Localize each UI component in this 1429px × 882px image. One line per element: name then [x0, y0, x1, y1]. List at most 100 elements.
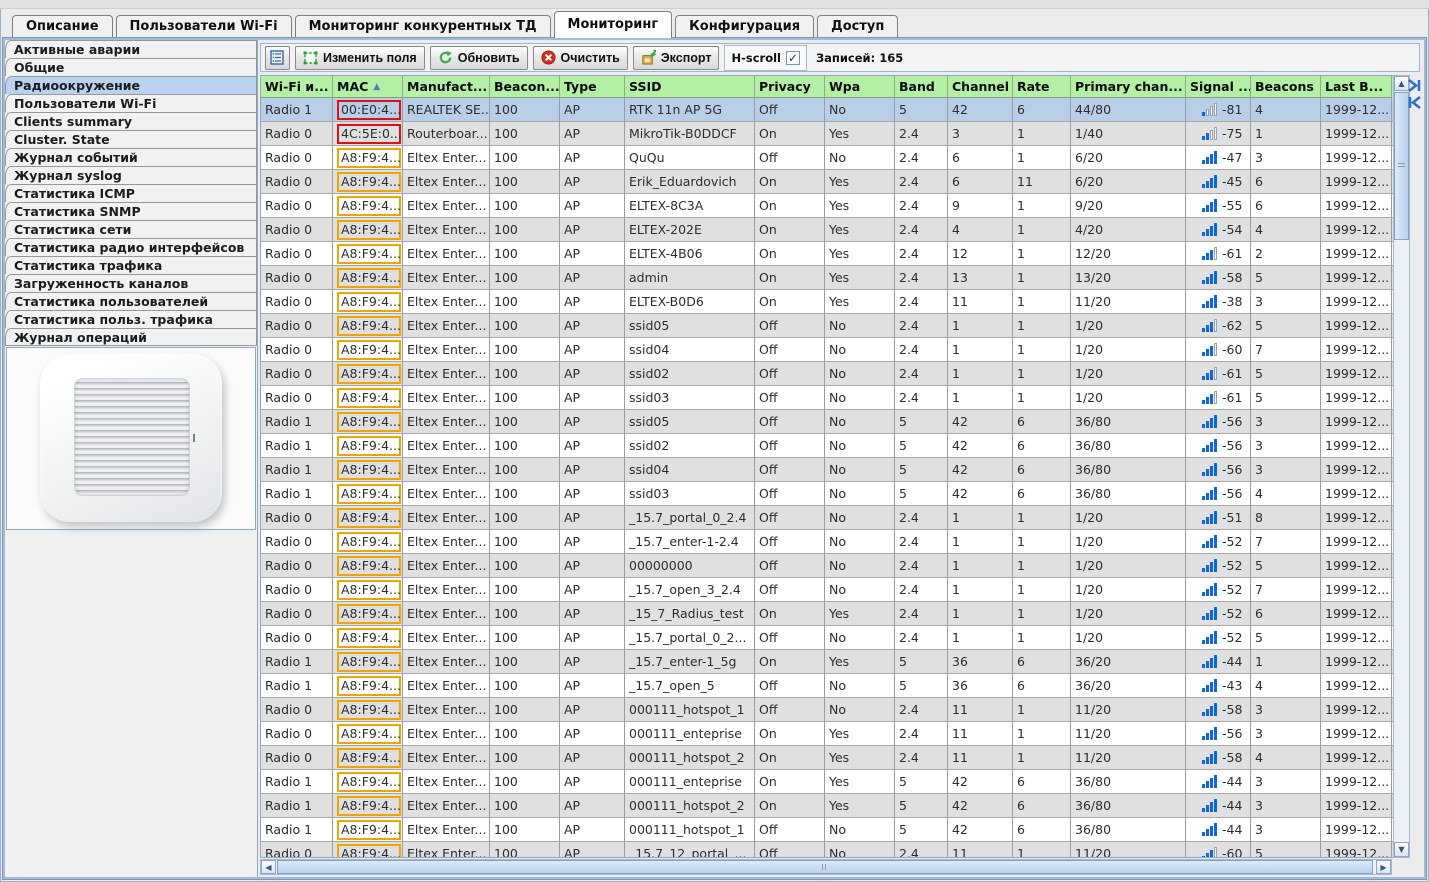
column-header-channel[interactable]: Channel [948, 76, 1013, 98]
sidebar-item[interactable]: Cluster. State [5, 130, 257, 148]
scroll-left-button[interactable]: ◀ [261, 860, 276, 874]
scroll-down-button[interactable]: ▼ [1394, 842, 1409, 857]
table-row[interactable]: Radio 0A8:F9:4...Eltex Enter...100AP_15.… [261, 506, 1393, 530]
table-row[interactable]: Radio 0A8:F9:4...Eltex Enter...100APQuQu… [261, 146, 1393, 170]
cell-beacon: 100 [490, 506, 560, 529]
column-header-manufacturer[interactable]: Manufact... [403, 76, 490, 98]
table-row[interactable]: Radio 0A8:F9:4...Eltex Enter...100APELTE… [261, 218, 1393, 242]
table-row[interactable]: Radio 1A8:F9:4...Eltex Enter...100APssid… [261, 410, 1393, 434]
tab-2[interactable]: Пользователи Wi-Fi [116, 15, 292, 38]
sidebar-item[interactable]: Статистика SNMP [5, 202, 257, 220]
column-header-ssid[interactable]: SSID [625, 76, 755, 98]
cell-primary: 1/20 [1071, 362, 1186, 385]
sidebar-item[interactable]: Статистика ICMP [5, 184, 257, 202]
cell-band: 2.4 [895, 290, 948, 313]
collapse-right-icon[interactable] [1407, 78, 1422, 93]
scroll-right-button[interactable]: ▶ [1376, 860, 1391, 874]
table-row[interactable]: Radio 0A8:F9:4...Eltex Enter...100AP0001… [261, 698, 1393, 722]
table-row[interactable]: Radio 1A8:F9:4...Eltex Enter...100AP_15.… [261, 674, 1393, 698]
sidebar-item[interactable]: Загруженность каналов [5, 274, 257, 292]
table-row[interactable]: Radio 1A8:F9:4...Eltex Enter...100AP0001… [261, 794, 1393, 818]
sidebar-item[interactable]: Журнал событий [5, 148, 257, 166]
export-button[interactable]: Экспорт [633, 46, 720, 70]
column-header-wpa[interactable]: Wpa [825, 76, 895, 98]
column-header-mac[interactable]: MAC▲ [333, 76, 403, 98]
table-row[interactable]: Radio 0A8:F9:4...Eltex Enter...100APssid… [261, 362, 1393, 386]
tab-3[interactable]: Мониторинг конкурентных ТД [295, 15, 551, 38]
column-header-privacy[interactable]: Privacy [755, 76, 825, 98]
sidebar-item[interactable]: Статистика сети [5, 220, 257, 238]
table-row[interactable]: Radio 04C:5E:0...Routerboar...100APMikro… [261, 122, 1393, 146]
refresh-button[interactable]: Обновить [430, 46, 528, 70]
table-row[interactable]: Radio 0A8:F9:4...Eltex Enter...100APErik… [261, 170, 1393, 194]
column-settings-button[interactable] [265, 46, 290, 70]
cell-beacon: 100 [490, 266, 560, 289]
table-row[interactable]: Radio 0A8:F9:4...Eltex Enter...100APssid… [261, 314, 1393, 338]
cell-channel: 42 [948, 482, 1013, 505]
column-header-beacons[interactable]: Beacons [1251, 76, 1321, 98]
signal-value: -44 [1222, 774, 1242, 789]
table-row[interactable]: Radio 1A8:F9:4...Eltex Enter...100AP0001… [261, 770, 1393, 794]
table-row[interactable]: Radio 0A8:F9:4...Eltex Enter...100AP_15.… [261, 626, 1393, 650]
signal-indicator: -61 [1190, 246, 1242, 261]
table-row[interactable]: Radio 0A8:F9:4...Eltex Enter...100APssid… [261, 338, 1393, 362]
sidebar-item[interactable]: Журнал syslog [5, 166, 257, 184]
table-row[interactable]: Radio 0A8:F9:4...Eltex Enter...100APssid… [261, 386, 1393, 410]
column-header-wifi[interactable]: Wi-Fi и... [261, 76, 333, 98]
sidebar-item[interactable]: Clients summary [5, 112, 257, 130]
sidebar-item[interactable]: Журнал операций [5, 328, 257, 346]
table-row[interactable]: Radio 1A8:F9:4...Eltex Enter...100APssid… [261, 482, 1393, 506]
sidebar-item[interactable]: Пользователи Wi-Fi [5, 94, 257, 112]
cell-signal: -38 [1186, 290, 1251, 313]
table-row[interactable]: Radio 0A8:F9:4...Eltex Enter...100AP_15.… [261, 530, 1393, 554]
table-row[interactable]: Radio 0A8:F9:4...Eltex Enter...100AP_15_… [261, 602, 1393, 626]
tab-6[interactable]: Доступ [817, 15, 898, 38]
tab-5[interactable]: Конфигурация [675, 15, 814, 38]
sidebar-item[interactable]: Статистика польз. трафика [5, 310, 257, 328]
sidebar-item[interactable]: Радиоокружение [5, 76, 257, 94]
column-header-beacon[interactable]: Beacon... [490, 76, 560, 98]
column-header-band[interactable]: Band [895, 76, 948, 98]
collapse-left-icon[interactable] [1407, 95, 1422, 110]
table-row[interactable]: Radio 0A8:F9:4...Eltex Enter...100AP0001… [261, 746, 1393, 770]
table-row[interactable]: Radio 1A8:F9:4...Eltex Enter...100AP_15.… [261, 650, 1393, 674]
sidebar-item[interactable]: Статистика трафика [5, 256, 257, 274]
horizontal-scrollbar-thumb[interactable] [277, 860, 1373, 874]
cell-wpa: No [825, 842, 895, 857]
table-row[interactable]: Radio 0A8:F9:4...Eltex Enter...100APELTE… [261, 242, 1393, 266]
table-row[interactable]: Radio 1A8:F9:4...Eltex Enter...100APssid… [261, 434, 1393, 458]
edit-fields-button[interactable]: Изменить поля [295, 46, 425, 70]
column-header-signal[interactable]: Signal ... [1186, 76, 1251, 98]
table-row[interactable]: Radio 0A8:F9:4...Eltex Enter...100AP0001… [261, 722, 1393, 746]
table-row[interactable]: Radio 1A8:F9:4...Eltex Enter...100AP0001… [261, 818, 1393, 842]
sidebar-item[interactable]: Статистика радио интерфейсов [5, 238, 257, 256]
sidebar-item[interactable]: Общие [5, 58, 257, 76]
vertical-scrollbar[interactable]: ▲ ▼ [1393, 75, 1410, 858]
cell-wpa: No [825, 338, 895, 361]
column-header-last[interactable]: Last B... [1321, 76, 1392, 98]
cell-type: AP [560, 674, 625, 697]
table-row[interactable]: Radio 0A8:F9:4...Eltex Enter...100AP_15.… [261, 578, 1393, 602]
table-row[interactable]: Radio 1A8:F9:4...Eltex Enter...100APssid… [261, 458, 1393, 482]
cell-rate: 1 [1013, 602, 1071, 625]
table-row[interactable]: Radio 0A8:F9:4...Eltex Enter...100APELTE… [261, 290, 1393, 314]
horizontal-scrollbar[interactable]: ◀ ▶ [260, 859, 1392, 875]
table-row[interactable]: Radio 0A8:F9:4...Eltex Enter...100AP_15.… [261, 842, 1393, 857]
table-row[interactable]: Radio 0A8:F9:4...Eltex Enter...100APadmi… [261, 266, 1393, 290]
cell-channel: 1 [948, 362, 1013, 385]
column-header-type[interactable]: Type [560, 76, 625, 98]
sidebar-item[interactable]: Активные аварии [5, 40, 257, 58]
cell-rate: 6 [1013, 482, 1071, 505]
table-row[interactable]: Radio 100:E0:4...REALTEK SE...100APRTK 1… [261, 98, 1393, 122]
hscroll-checkbox[interactable]: ✓ [786, 51, 800, 65]
sidebar-item[interactable]: Статистика пользователей [5, 292, 257, 310]
cell-manufacturer: Eltex Enter... [403, 554, 490, 577]
column-header-primary[interactable]: Primary chan... [1071, 76, 1186, 98]
tab-1[interactable]: Описание [12, 15, 113, 38]
column-header-rate[interactable]: Rate [1013, 76, 1071, 98]
table-row[interactable]: Radio 0A8:F9:4...Eltex Enter...100AP0000… [261, 554, 1393, 578]
clear-button[interactable]: Очистить [533, 46, 628, 70]
table-row[interactable]: Radio 0A8:F9:4...Eltex Enter...100APELTE… [261, 194, 1393, 218]
tab-4[interactable]: Мониторинг [554, 11, 673, 38]
cell-ssid: _15.7_12_portal_... [625, 842, 755, 857]
